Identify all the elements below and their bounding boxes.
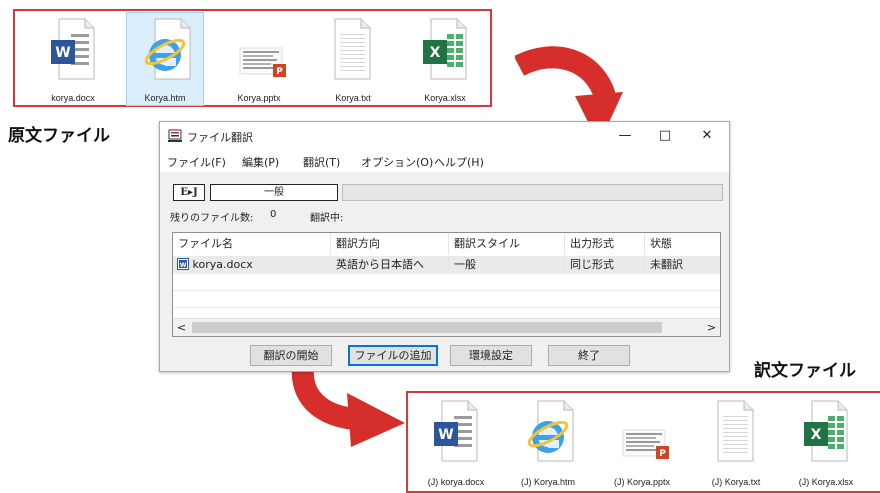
start-translation-button[interactable]: 翻訳の開始 <box>250 345 332 366</box>
cell-style: 一般 <box>449 256 565 273</box>
column-header-status[interactable]: 状態 <box>645 233 720 255</box>
target-files-panel: W (J) korya.docx (J) Korya.htm P (J) Kor… <box>406 391 880 493</box>
svg-text:P: P <box>276 67 283 77</box>
direction-badge[interactable]: E▸J <box>173 184 205 201</box>
close-button[interactable]: ✕ <box>685 122 729 150</box>
file-list[interactable]: ファイル名 翻訳方向 翻訳スタイル 出力形式 状態 W korya.docx 英… <box>172 232 721 337</box>
column-header-filename[interactable]: ファイル名 <box>173 233 331 255</box>
scroll-right-arrow[interactable]: > <box>703 319 720 336</box>
svg-text:W: W <box>55 45 70 61</box>
menu-edit[interactable]: 編集(P) <box>242 154 279 170</box>
file-translation-window: ファイル翻訳 — □ ✕ ファイル(F) 編集(P) 翻訳(T) オプション(O… <box>159 121 730 372</box>
source-file-txt[interactable]: Korya.txt <box>315 13 391 105</box>
svg-text:X: X <box>811 427 822 443</box>
target-file-htm[interactable]: (J) Korya.htm <box>510 395 586 487</box>
app-icon <box>168 129 182 142</box>
grid-line <box>173 273 720 274</box>
cell-direction: 英語から日本語へ <box>331 256 449 273</box>
progress-bar <box>342 184 723 201</box>
title-bar[interactable]: ファイル翻訳 — □ ✕ <box>160 122 729 150</box>
menu-bar: ファイル(F) 編集(P) 翻訳(T) オプション(O) ヘルプ(H) <box>160 150 729 172</box>
file-label: Korya.pptx <box>237 93 281 103</box>
excel-doc-icon: X <box>804 400 848 462</box>
text-doc-icon <box>717 400 754 462</box>
file-label: Korya.xlsx <box>424 93 466 103</box>
window-title: ファイル翻訳 <box>187 131 253 144</box>
scroll-left-arrow[interactable]: < <box>173 319 190 336</box>
target-file-pptx[interactable]: P (J) Korya.pptx <box>604 395 680 487</box>
text-doc-icon <box>334 18 371 80</box>
add-file-button[interactable]: ファイルの追加 <box>348 345 438 366</box>
powerpoint-doc-icon: P <box>239 47 286 77</box>
source-file-htm[interactable]: Korya.htm <box>126 12 204 106</box>
column-header-format[interactable]: 出力形式 <box>565 233 645 255</box>
target-file-xlsx[interactable]: X (J) Korya.xlsx <box>788 395 864 487</box>
exit-button[interactable]: 終了 <box>548 345 630 366</box>
settings-button[interactable]: 環境設定 <box>450 345 532 366</box>
svg-text:P: P <box>659 449 666 459</box>
powerpoint-doc-icon: P <box>622 429 669 459</box>
ie-html-icon <box>144 18 191 80</box>
menu-options[interactable]: オプション(O) <box>361 154 433 170</box>
grid-line <box>173 307 720 308</box>
grid-line <box>173 290 720 291</box>
source-file-xlsx[interactable]: X Korya.xlsx <box>407 13 483 105</box>
file-label: Korya.txt <box>335 93 371 103</box>
ie-html-icon <box>527 400 574 462</box>
source-files-label: 原文ファイル <box>8 126 110 145</box>
target-file-txt[interactable]: (J) Korya.txt <box>698 395 774 487</box>
target-files-label: 訳文ファイル <box>754 361 856 380</box>
target-file-docx[interactable]: W (J) korya.docx <box>418 395 494 487</box>
column-header-direction[interactable]: 翻訳方向 <box>331 233 449 255</box>
remaining-files-label: 残りのファイル数: <box>170 213 254 224</box>
source-file-pptx[interactable]: P Korya.pptx <box>221 13 297 105</box>
menu-file[interactable]: ファイル(F) <box>167 154 226 170</box>
cell-filename: W korya.docx <box>173 256 331 273</box>
menu-help[interactable]: ヘルプ(H) <box>434 154 484 170</box>
cell-status: 未翻訳 <box>650 258 683 271</box>
word-file-small-icon: W <box>177 258 189 270</box>
word-doc-icon: W <box>51 18 95 80</box>
svg-text:W: W <box>438 427 453 443</box>
scroll-thumb[interactable] <box>192 322 662 333</box>
svg-text:W: W <box>180 262 187 269</box>
source-file-docx[interactable]: W korya.docx <box>35 13 111 105</box>
minimize-button[interactable]: — <box>603 122 647 150</box>
row-file-name: korya.docx <box>192 258 253 271</box>
excel-doc-icon: X <box>423 18 467 80</box>
translation-style-field[interactable]: 一般 <box>210 184 338 201</box>
svg-text:X: X <box>430 45 441 61</box>
translating-label: 翻訳中: <box>310 213 344 224</box>
maximize-button[interactable]: □ <box>643 122 687 150</box>
source-files-panel: W korya.docx Korya.htm P Korya.pptx Kory… <box>13 9 492 107</box>
cell-format: 同じ形式 <box>565 256 645 273</box>
column-header-style[interactable]: 翻訳スタイル <box>449 233 565 255</box>
word-doc-icon: W <box>434 400 478 462</box>
file-label: korya.docx <box>51 93 95 103</box>
file-label: Korya.htm <box>144 93 186 103</box>
horizontal-scrollbar[interactable]: < > <box>173 318 720 336</box>
menu-translate[interactable]: 翻訳(T) <box>303 154 340 170</box>
remaining-files-count: 0 <box>270 209 277 220</box>
